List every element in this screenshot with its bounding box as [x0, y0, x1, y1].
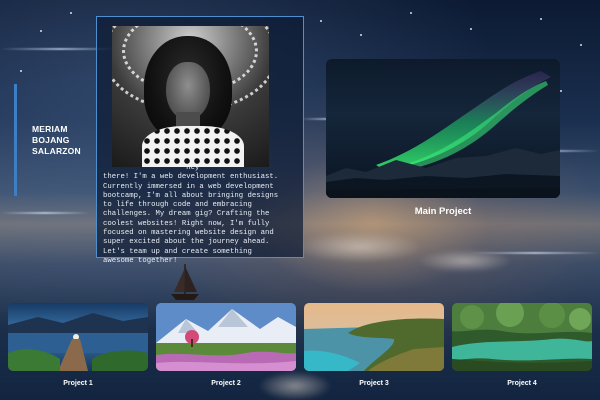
forest-river-icon — [452, 303, 592, 371]
cloud — [420, 250, 510, 272]
profile-card: Hey there! I'm a web development enthusi… — [96, 16, 304, 265]
project-1-label: Project 1 — [63, 380, 93, 387]
sailboat-icon — [171, 264, 199, 300]
project-2-thumbnail[interactable] — [156, 303, 296, 371]
name-line: MERIAM — [32, 124, 68, 134]
profile-photo — [112, 26, 269, 167]
project-3-label: Project 3 — [359, 380, 389, 387]
profile-name: MERIAM BOJANG SALARZON — [32, 124, 102, 157]
project-3-thumbnail[interactable] — [304, 303, 444, 371]
project-4-label: Project 4 — [507, 380, 537, 387]
cloud — [300, 232, 420, 262]
project-2-label: Project 2 — [211, 380, 241, 387]
name-line: SALARZON — [32, 146, 81, 156]
main-project-image[interactable] — [326, 59, 560, 198]
light-streak — [0, 212, 90, 214]
name-accent-bar — [14, 84, 17, 196]
project-4-thumbnail[interactable] — [452, 303, 592, 371]
lake-pier-icon — [8, 303, 148, 371]
mountain-meadow-icon — [156, 303, 296, 371]
bio-text: Hey there! I'm a web development enthusi… — [103, 164, 279, 265]
coast-cliff-icon — [304, 303, 444, 371]
name-line: BOJANG — [32, 135, 70, 145]
mountains-icon — [326, 148, 560, 198]
main-project-label: Main Project — [414, 206, 472, 217]
project-1-thumbnail[interactable] — [8, 303, 148, 371]
